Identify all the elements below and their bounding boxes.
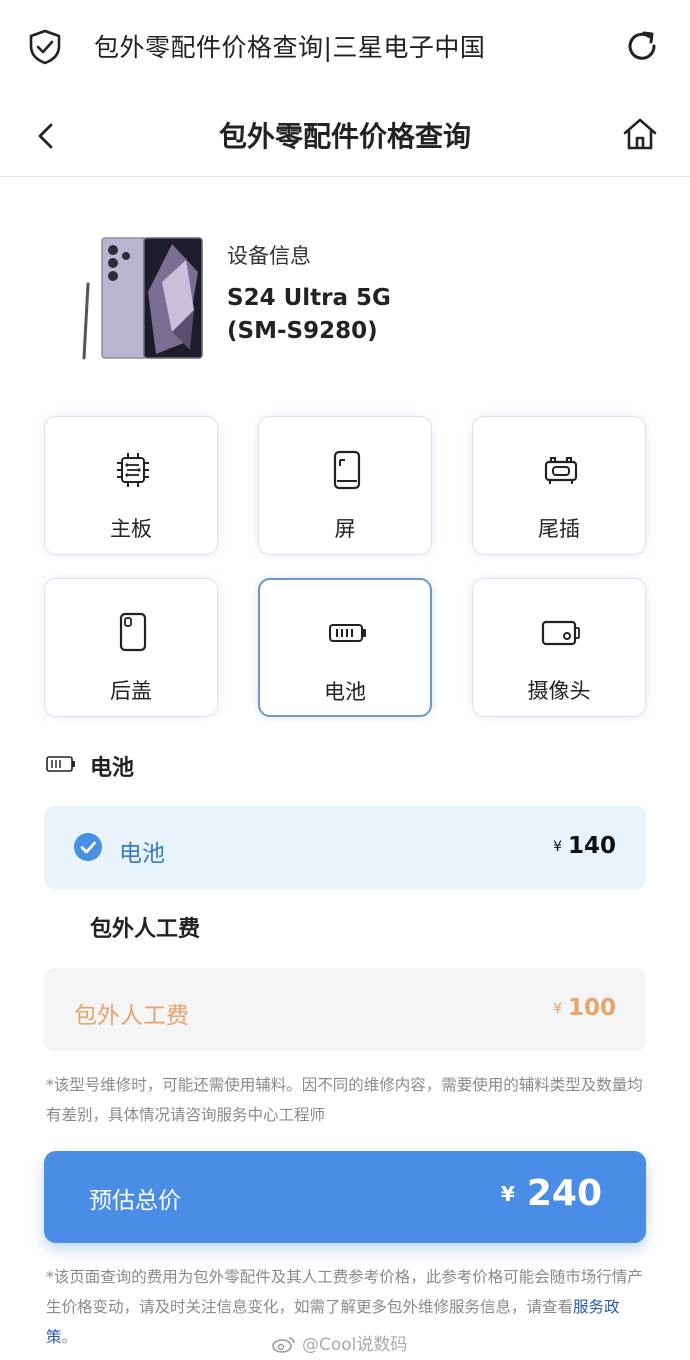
shield-check-icon[interactable] [28, 29, 62, 65]
disclaimer-end: 。 [61, 1328, 78, 1346]
part-tile-battery[interactable]: 电池 [258, 578, 432, 717]
browser-bar: 包外零配件价格查询|三星电子中国 [0, 0, 690, 95]
part-label: 尾插 [538, 517, 580, 541]
battery-icon [329, 624, 366, 642]
labor-row-price: ¥100 [553, 995, 616, 1021]
screen-icon [333, 450, 361, 490]
back-cover-icon [119, 612, 147, 652]
disclaimer-text: *该页面查询的费用为包外零配件及其人工费参考价格，此参考价格可能会随市场行情产生… [46, 1268, 643, 1316]
watermark-text: @Cool说数码 [302, 1335, 408, 1355]
battery-row-label: 电池 [119, 841, 165, 867]
weibo-icon [272, 1337, 295, 1353]
price-value: 140 [567, 833, 616, 859]
part-tile-screen[interactable]: 屏 [258, 416, 432, 555]
part-tile-back-cover[interactable]: 后盖 [44, 578, 218, 717]
part-label: 主板 [110, 517, 152, 541]
page-header: 包外零配件价格查询 [0, 95, 690, 177]
page: 包外零配件价格查询|三星电子中国 包外零配件价格查询 设备信息 S24 Ultr… [0, 0, 690, 1360]
total-amount: 240 [526, 1173, 602, 1214]
currency-symbol: ¥ [553, 1001, 562, 1017]
home-icon[interactable] [620, 115, 660, 153]
battery-row-price: ¥140 [553, 833, 616, 859]
currency-symbol: ¥ [500, 1182, 515, 1206]
section-title: 电池 [90, 756, 135, 781]
parts-grid: 主板 屏 尾插 后盖 电池 摄像头 [44, 416, 646, 718]
estimated-total-bar: 预估总价 ¥240 [44, 1151, 646, 1243]
labor-price-row: 包外人工费 ¥100 [44, 968, 646, 1051]
total-value: ¥240 [501, 1173, 602, 1214]
battery-price-row[interactable]: 电池 ¥140 [44, 806, 646, 889]
labor-row-label: 包外人工费 [74, 1003, 189, 1029]
battery-icon [46, 756, 75, 772]
part-label: 摄像头 [527, 679, 591, 703]
device-model: S24 Ultra 5G (SM-S9280) [227, 282, 547, 348]
device-info-label: 设备信息 [227, 244, 311, 268]
auxiliary-material-note: *该型号维修时，可能还需使用辅料。因不同的维修内容，需要使用的辅料类型及数量均有… [46, 1076, 643, 1124]
part-label: 电池 [324, 680, 366, 704]
reload-icon[interactable] [624, 28, 660, 64]
total-label: 预估总价 [89, 1188, 181, 1214]
browser-page-title: 包外零配件价格查询|三星电子中国 [94, 33, 486, 62]
page-title: 包外零配件价格查询 [218, 120, 471, 153]
labor-section-title: 包外人工费 [90, 917, 201, 942]
part-tile-charging-port[interactable]: 尾插 [472, 416, 646, 555]
device-model-name: S24 Ultra 5G [227, 285, 391, 311]
price-value: 100 [567, 995, 616, 1021]
check-circle-icon[interactable] [74, 833, 102, 861]
part-label: 屏 [334, 517, 356, 541]
watermark: @Cool说数码 [272, 1330, 407, 1355]
device-model-code: (SM-S9280) [227, 318, 378, 344]
phone-image [82, 237, 203, 360]
chip-icon [117, 453, 149, 487]
part-tile-camera[interactable]: 摄像头 [472, 578, 646, 717]
part-label: 后盖 [110, 679, 152, 703]
currency-symbol: ¥ [553, 839, 562, 855]
part-tile-mainboard[interactable]: 主板 [44, 416, 218, 555]
device-info: 设备信息 S24 Ultra 5G (SM-S9280) [70, 226, 630, 366]
charging-port-icon [544, 457, 578, 484]
camera-icon [541, 620, 580, 646]
